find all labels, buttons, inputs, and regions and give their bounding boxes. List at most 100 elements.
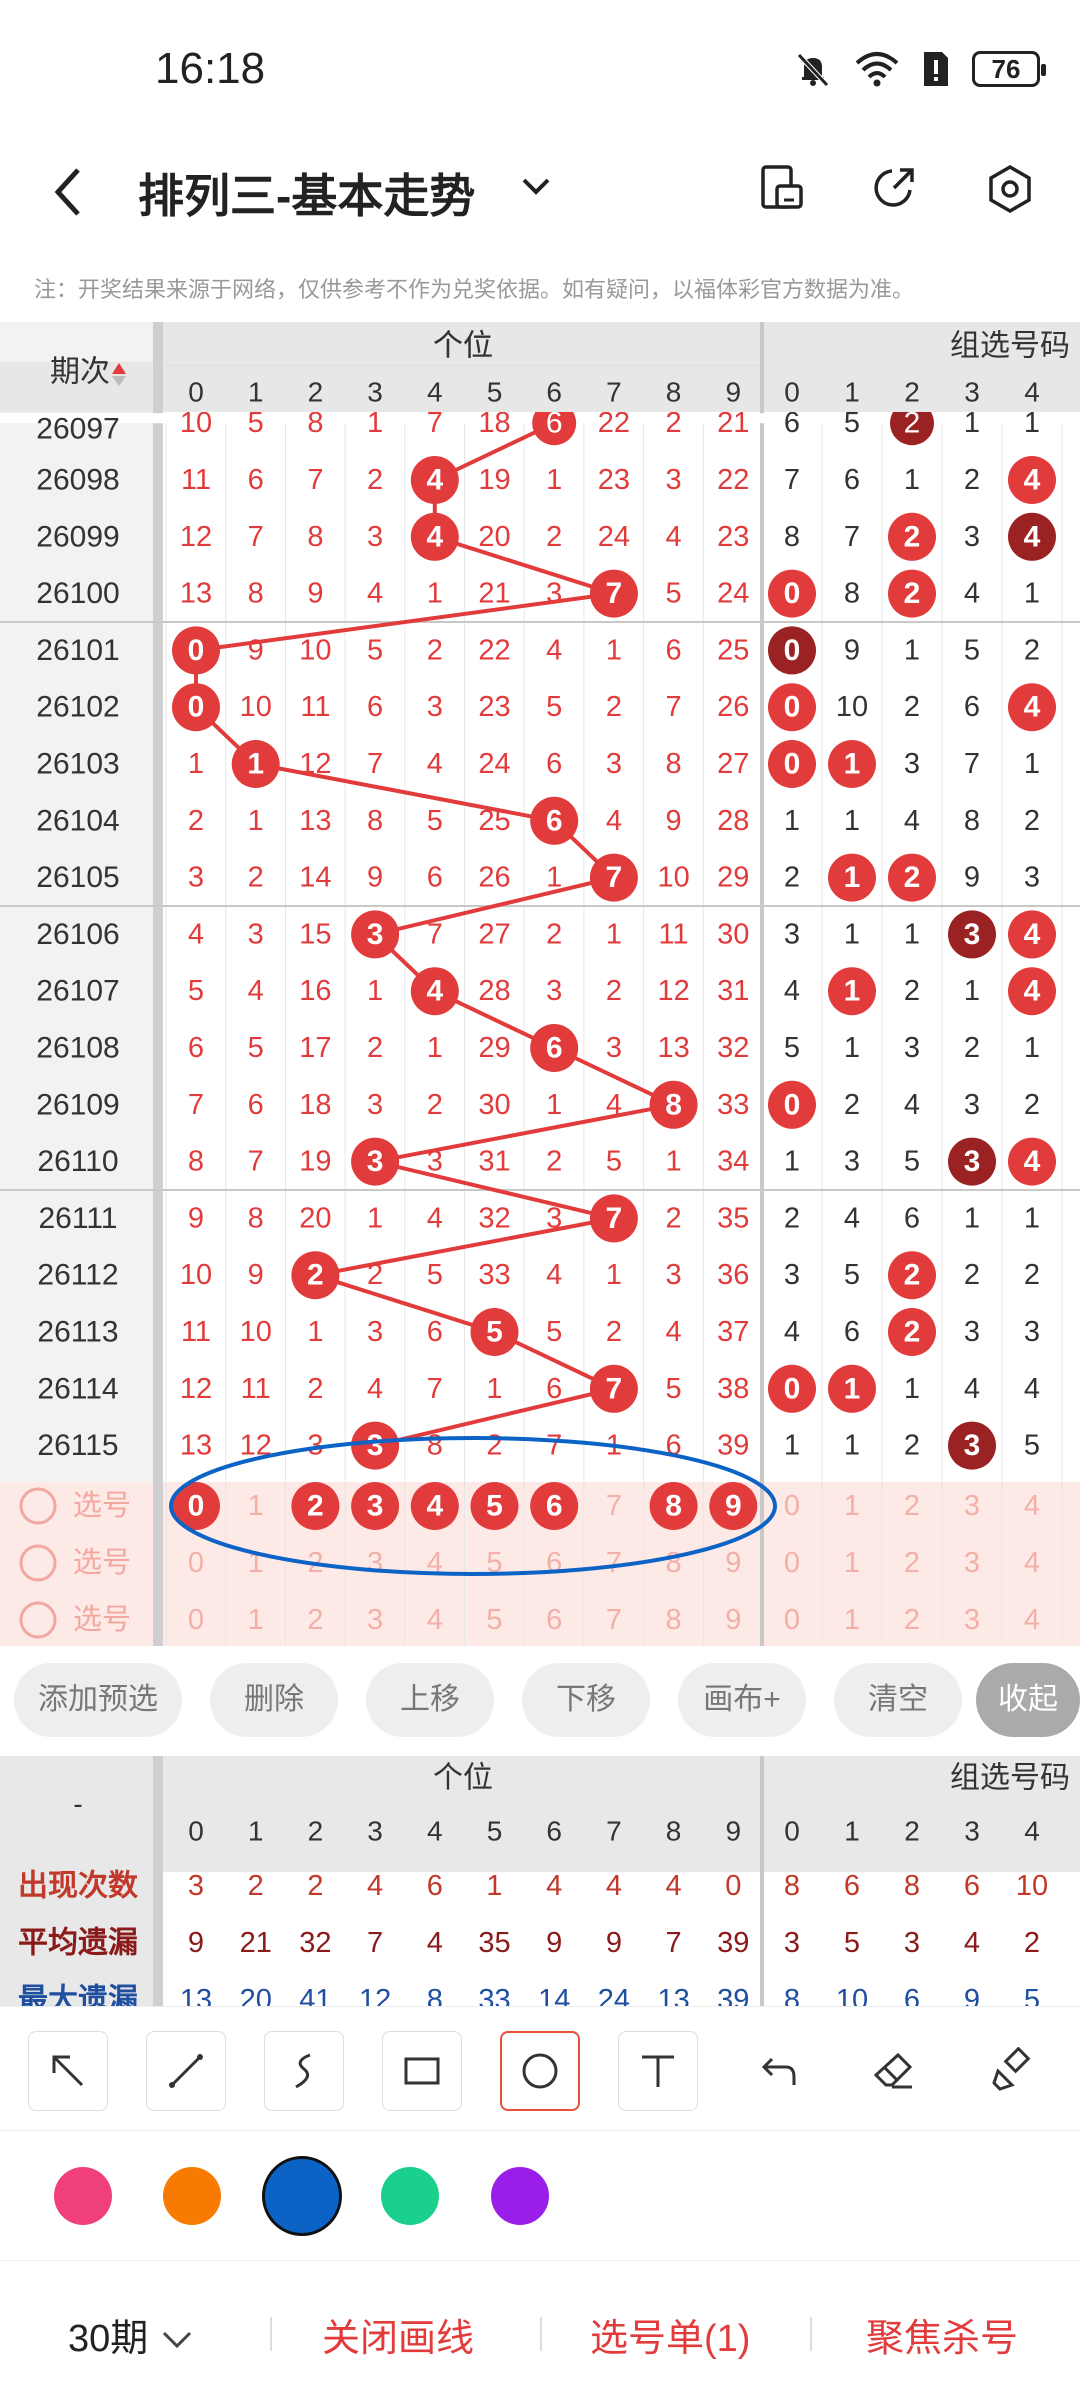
stats-value: 4	[606, 1870, 622, 1902]
select-label: 选号	[73, 1603, 131, 1636]
miss-count: 4	[546, 634, 562, 666]
digit-header: 3	[367, 1816, 383, 1847]
miss-count: 15	[299, 918, 331, 950]
color-swatch[interactable]	[381, 2167, 439, 2225]
group-ball-number: 0	[784, 1088, 801, 1121]
miss-count: 2	[307, 1373, 323, 1405]
color-swatch[interactable]	[54, 2167, 112, 2225]
miss-count: 2	[606, 1316, 622, 1348]
text-tool-button[interactable]	[618, 2031, 698, 2111]
stats-group-value: 8	[784, 1984, 800, 2006]
miss-count: 1	[606, 1259, 622, 1291]
layout-switch-icon[interactable]	[760, 164, 804, 212]
miss-count: 7	[427, 1373, 443, 1405]
color-swatch[interactable]	[163, 2167, 221, 2225]
miss-count: 23	[598, 464, 630, 496]
color-swatch[interactable]	[262, 2156, 342, 2236]
back-arrow-icon[interactable]	[48, 162, 88, 222]
eraser-tool-button[interactable]	[854, 2031, 934, 2111]
group-miss-count: 3	[964, 1089, 980, 1121]
select-ball-number: 8	[665, 1490, 682, 1523]
focus-kill-button[interactable]: 聚焦杀号	[866, 2307, 1018, 2362]
group-miss-count: 1	[904, 918, 920, 950]
hit-ball-number: 8	[665, 1088, 682, 1121]
group-miss-count: 2	[784, 862, 800, 894]
group-miss-count: 6	[844, 1316, 860, 1348]
stats-group-value: 10	[836, 1984, 868, 2006]
divider	[540, 2317, 542, 2351]
group-miss-count: 8	[784, 521, 800, 553]
chevron-down-icon[interactable]	[520, 170, 552, 202]
stats-value: 41	[299, 1984, 331, 2006]
settings-icon[interactable]	[986, 164, 1034, 214]
group-miss-count: 4	[844, 1202, 860, 1234]
hit-ball-number: 6	[546, 1032, 563, 1065]
miss-count: 9	[307, 578, 323, 610]
group-miss-count: 4	[964, 578, 980, 610]
page-title[interactable]: 排列三-基本走势	[138, 160, 475, 226]
miss-count: 7	[307, 464, 323, 496]
group-miss-count: 10	[836, 691, 868, 723]
select-ball-number: 9	[725, 1490, 742, 1523]
miss-count: 3	[606, 748, 622, 780]
undo-tool-button[interactable]	[736, 2031, 816, 2111]
curve-tool-button[interactable]	[264, 2031, 344, 2111]
stats-value: 4	[367, 1870, 383, 1902]
select-group-digit: 1	[844, 1604, 860, 1636]
clear-tool-button[interactable]	[972, 2031, 1052, 2111]
miss-count: 6	[188, 1032, 204, 1064]
group-miss-count: 1	[784, 1146, 800, 1178]
stats-value: 2	[248, 1870, 264, 1902]
group-miss-count: 5	[904, 1146, 920, 1178]
battery-indicator: 76	[972, 51, 1046, 87]
miss-count: 1	[606, 918, 622, 950]
table-row-period: 26102	[36, 691, 119, 724]
select-list-button[interactable]: 选号单(1)	[590, 2307, 750, 2362]
trend-lines-canvas[interactable]: 期次个位组选号码01234567890123426097105817186222…	[0, 322, 1080, 1646]
group-miss-count: 6	[844, 464, 860, 496]
select-digit: 2	[307, 1604, 323, 1636]
miss-count: 27	[478, 918, 510, 950]
digit-header: 7	[606, 1816, 622, 1847]
table-row-period: 26110	[37, 1145, 118, 1178]
color-swatch[interactable]	[491, 2167, 549, 2225]
hit-ball-number: 7	[606, 1202, 623, 1235]
group-ball-number: 2	[904, 1316, 921, 1349]
arrow-tool-button[interactable]	[28, 2031, 108, 2111]
miss-count: 30	[717, 918, 749, 950]
rect-tool-button[interactable]	[382, 2031, 462, 2111]
select-ball-number: 0	[188, 1490, 205, 1523]
period-selector[interactable]: 30期	[68, 2307, 194, 2362]
miss-count: 22	[478, 634, 510, 666]
bottom-bar: 30期 关闭画线 选号单(1) 聚焦杀号	[0, 2260, 1080, 2400]
eraser-icon	[873, 2052, 913, 2089]
miss-count: 1	[546, 1089, 562, 1121]
digit-header: 6	[546, 1816, 562, 1847]
hit-ball-number: 3	[367, 1145, 384, 1178]
group-miss-count: 1	[964, 975, 980, 1007]
group-miss-count: 2	[784, 1202, 800, 1234]
group-miss-count: 2	[844, 1089, 860, 1121]
group-miss-count: 4	[904, 1089, 920, 1121]
miss-count: 1	[188, 748, 204, 780]
stats-value: 0	[725, 1870, 741, 1902]
circle-tool-button[interactable]	[500, 2031, 580, 2111]
group-miss-count: 4	[784, 975, 800, 1007]
group-miss-count: 9	[964, 862, 980, 894]
digit-header: 4	[427, 377, 443, 408]
miss-count: 10	[299, 634, 331, 666]
digit-header: 1	[248, 377, 264, 408]
close-lines-button[interactable]: 关闭画线	[322, 2307, 474, 2362]
miss-count: 2	[546, 1146, 562, 1178]
miss-count: 2	[486, 1430, 502, 1462]
share-icon[interactable]	[870, 164, 918, 212]
group-miss-count: 3	[964, 1316, 980, 1348]
group-ball-number: 1	[844, 861, 861, 894]
miss-count: 3	[666, 1259, 682, 1291]
hit-ball-number: 0	[188, 634, 205, 667]
line-tool-button[interactable]	[146, 2031, 226, 2111]
stats-value: 4	[427, 1927, 443, 1959]
table-row-period: 26108	[36, 1032, 119, 1065]
miss-count: 21	[478, 578, 510, 610]
hit-ball-number: 2	[307, 1259, 324, 1292]
